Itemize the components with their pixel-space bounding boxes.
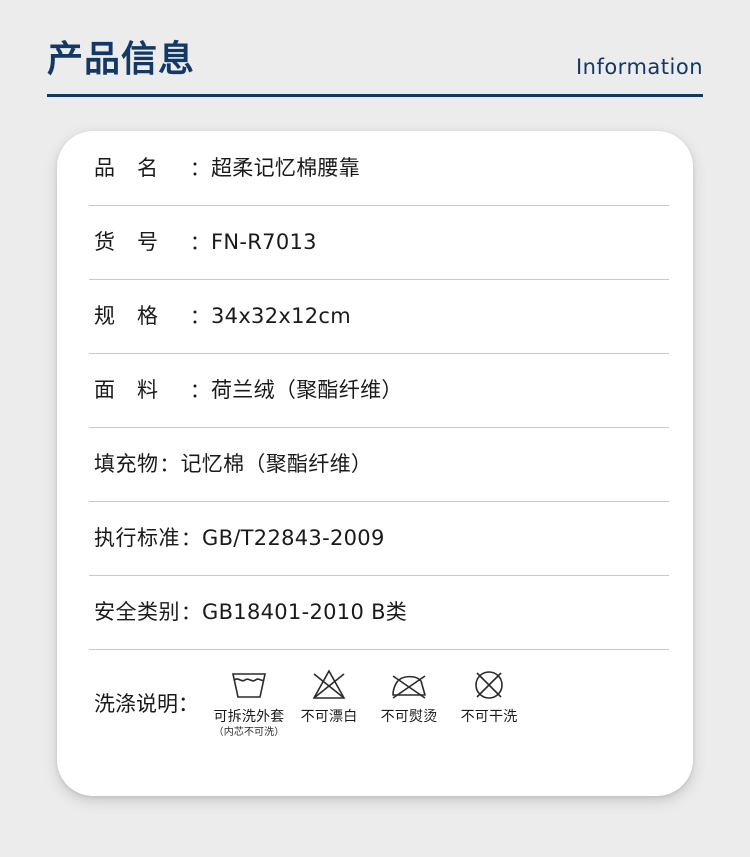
info-value-dimensions: 34x32x12cm (211, 304, 352, 328)
info-label-washing: 洗涤说明： (94, 692, 199, 716)
info-row-safety-class: 安全类别： GB18401-2010 B类 (73, 575, 677, 649)
info-label-product-name: 品 名 (94, 156, 159, 180)
info-colon: ： (190, 230, 210, 254)
info-colon: ： (181, 600, 201, 624)
washing-caption: 不可干洗 (460, 709, 518, 725)
washing-symbol-no-bleach: 不可漂白 (289, 665, 369, 726)
info-value-standard: GB/T22843-2009 (202, 526, 385, 550)
page-header: 产品信息 Information (0, 0, 750, 110)
washing-subcaption: （内芯不可洗） (213, 727, 285, 738)
info-colon: ： (159, 452, 180, 476)
info-row-dimensions: 规 格 ： 34x32x12cm (73, 279, 677, 353)
washing-symbol-group: 可拆洗外套 （内芯不可洗） 不可漂白 不可熨烫 不可干洗 (209, 665, 529, 739)
page-subtitle-en: Information (575, 55, 703, 79)
washtub-icon (232, 673, 266, 698)
info-value-fabric: 荷兰绒（聚酯纤维） (211, 378, 403, 402)
product-info-list: 品 名：超柔记忆棉腰靠 货 号： FN-R7013 规 格： 34x32x12cm … (57, 131, 693, 796)
washing-symbol-no-dryclean: 不可干洗 (449, 665, 529, 726)
no-iron-icon (392, 675, 426, 699)
info-colon: ： (190, 156, 210, 180)
no-dryclean-circle-icon (475, 671, 503, 699)
washing-caption: 不可熨烫 (380, 709, 438, 725)
no-bleach-triangle-icon (312, 669, 346, 699)
info-row-fabric: 面 料 ：荷兰绒（聚酯纤维） (73, 353, 677, 427)
info-label-fabric: 面 料 (94, 378, 159, 402)
washing-caption: 可拆洗外套 (213, 709, 285, 725)
info-label-safety-class: 安全类别 (94, 600, 180, 624)
info-value-item-number: FN-R7013 (211, 230, 317, 254)
info-row-product-name: 品 名 ：超柔记忆棉腰靠 (73, 131, 677, 205)
washing-symbol-removable-cover: 可拆洗外套 （内芯不可洗） (209, 665, 289, 739)
washing-symbol-no-iron: 不可熨烫 (369, 665, 449, 726)
info-colon: ： (181, 526, 201, 550)
product-info-card: 品 名：超柔记忆棉腰靠 货 号： FN-R7013 规 格： 34x32x12cm … (57, 131, 693, 796)
info-row-filling: 填充物：记忆棉（聚酯纤维） (73, 427, 677, 501)
info-row-standard: 执行标准： GB/T22843-2009 (73, 501, 677, 575)
info-label-item-number: 货 号 (94, 230, 159, 254)
info-value-safety-class: GB18401-2010 B类 (202, 600, 408, 624)
info-value-product-name: 超柔记忆棉腰靠 (211, 156, 361, 180)
info-label-filling: 填充物 (94, 452, 159, 476)
page-title: 产品信息 (47, 39, 196, 80)
info-row-washing-instructions: 洗涤说明： 可拆洗外套 （内芯不可洗） 不可漂白 不可熨烫 不可干洗 (73, 649, 677, 755)
washing-caption: 不可漂白 (300, 709, 358, 725)
header-divider (47, 94, 703, 97)
info-colon: ： (190, 304, 210, 328)
info-row-item-number: 货 号 ： FN-R7013 (73, 205, 677, 279)
info-label-dimensions: 规 格 (94, 304, 159, 328)
info-value-filling: 记忆棉（聚酯纤维） (180, 452, 373, 476)
info-colon: ： (190, 378, 210, 402)
info-label-standard: 执行标准 (94, 526, 180, 550)
